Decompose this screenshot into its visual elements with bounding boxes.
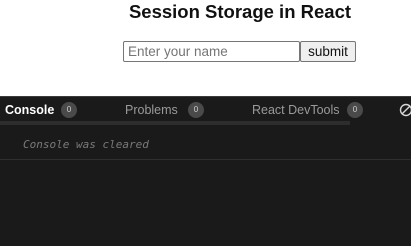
tab-console[interactable]: Console [5, 102, 54, 118]
name-input[interactable] [123, 41, 300, 62]
tab-problems[interactable]: Problems [125, 102, 178, 118]
react-devtools-count-badge: 0 [347, 102, 363, 118]
submit-button[interactable]: submit [300, 41, 356, 62]
page-title: Session Storage in React [128, 1, 352, 22]
tab-react-devtools[interactable]: React DevTools [252, 102, 340, 118]
tabbar-scroll-track [0, 121, 350, 125]
clear-console-icon[interactable] [399, 103, 411, 117]
console-count-badge: 0 [61, 102, 77, 118]
console-divider [0, 159, 411, 160]
console-message: Console was cleared [23, 138, 149, 151]
problems-count-badge: 0 [188, 102, 204, 118]
devtools-panel: Console 0 Problems 0 React DevTools 0 Co… [0, 96, 411, 246]
react-app: Session Storage in React submit [0, 0, 411, 96]
